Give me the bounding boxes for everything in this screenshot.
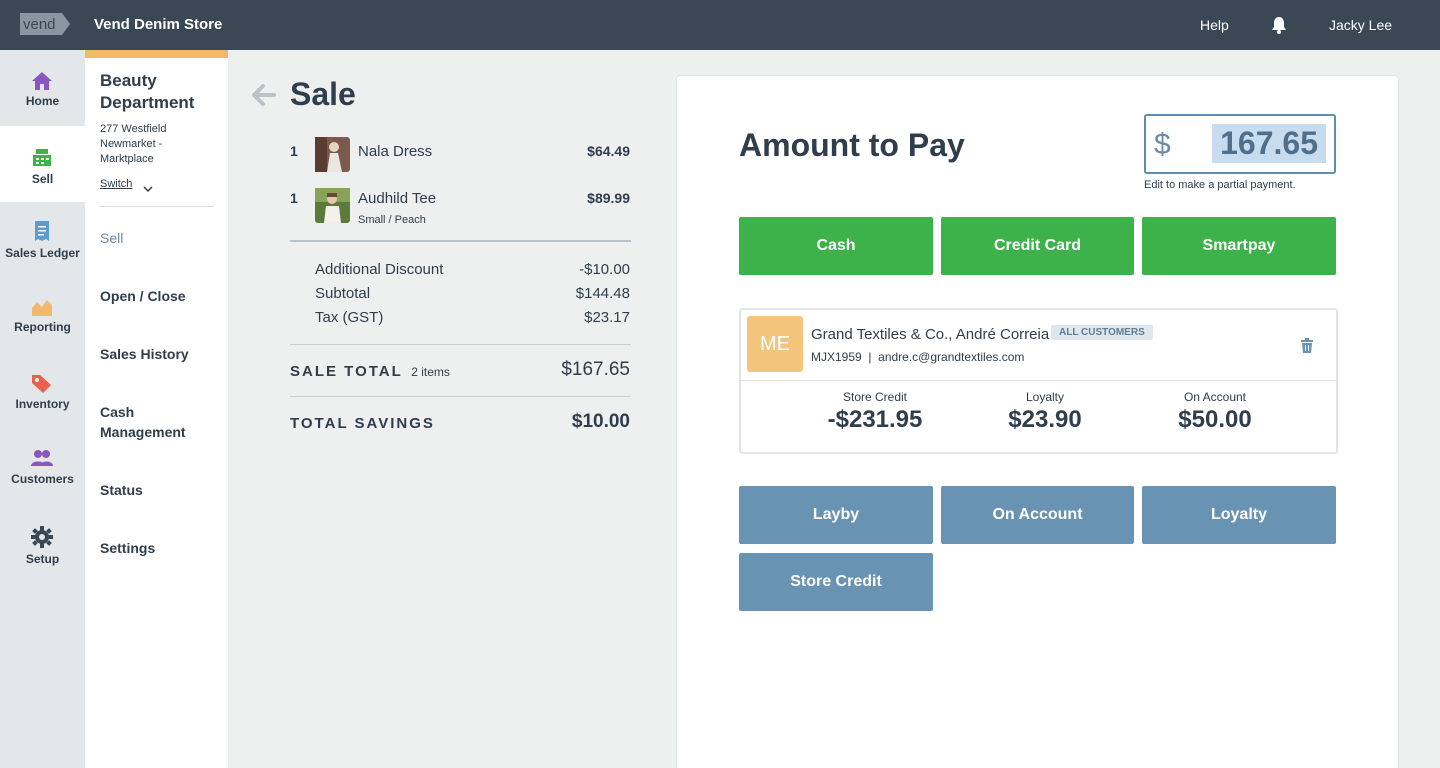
chart-icon [31,296,53,318]
nav-label: Reporting [14,320,71,334]
sale-title: Sale [290,76,356,112]
submenu-item-sales-history[interactable]: Sales History [100,344,220,364]
summary-value: -$10.00 [579,261,630,278]
line-variant: Small / Peach [358,214,426,226]
summary-row: Tax (GST) $23.17 [315,309,630,326]
total-savings-row: TOTAL SAVINGS $10.00 [290,411,630,433]
sale-total-items: 2 items [411,365,450,379]
nav-reporting[interactable]: Reporting [0,278,85,354]
currency-symbol: $ [1154,128,1171,161]
summary-row: Subtotal $144.48 [315,285,630,302]
nav-label: Customers [11,472,74,486]
user-menu[interactable]: Jacky Lee [1329,17,1392,33]
customer-code-email: MJX1959 | andre.c@grandtextiles.com [811,350,1025,364]
loyalty-button[interactable]: Loyalty [1142,486,1336,544]
customer-name[interactable]: Grand Textiles & Co., André Correia [811,326,1049,343]
summary-divider [290,344,631,345]
summary-value: $144.48 [575,285,630,302]
sale-line-item[interactable]: 1 Nala Dress $64.49 [290,137,630,173]
help-link[interactable]: Help [1200,17,1229,33]
amount-input[interactable]: $ 167.65 [1144,114,1336,174]
nav-sales-ledger[interactable]: Sales Ledger [0,202,85,278]
summary-label: Subtotal [315,285,371,302]
top-bar: vend Vend Denim Store Help Jacky Lee [0,0,1440,50]
sale-line-item[interactable]: 1 Audhild Tee Small / Peach $89.99 [290,188,630,226]
line-name: Audhild Tee [358,190,437,207]
nav-label: Inventory [15,397,70,411]
vend-logo[interactable]: vend [20,13,70,35]
nav-home[interactable]: Home [0,50,85,126]
people-icon [31,448,53,470]
customer-avatar: ME [747,316,803,372]
on-account-stat: On Account $50.00 [1115,390,1315,434]
line-price: $89.99 [587,190,630,206]
customer-card: ME Grand Textiles & Co., André Correia A… [739,308,1338,454]
store-credit-button[interactable]: Store Credit [739,553,933,611]
nav-label: Home [25,94,60,108]
stat-value: $50.00 [1178,406,1252,433]
svg-text:vend: vend [23,16,56,33]
nav-customers[interactable]: Customers [0,430,85,506]
switch-outlet-link[interactable]: Switch [100,178,132,190]
line-name: Nala Dress [358,143,433,160]
submenu-accent-bar [85,50,228,58]
sell-submenu: Beauty Department 277 Westfield Newmarke… [85,50,228,768]
submenu-item-open-close[interactable]: Open / Close [100,286,220,306]
cash-button[interactable]: Cash [739,217,933,275]
gear-icon [31,526,53,548]
amount-to-pay-title: Amount to Pay [739,127,965,163]
on-account-button[interactable]: On Account [941,486,1134,544]
layby-button[interactable]: Layby [739,486,933,544]
main-nav: Home Sell Sales Ledger Reporting Invento… [0,50,85,768]
total-savings-value: $10.00 [571,411,630,432]
nav-label: Sales Ledger [5,246,80,260]
summary-label: Tax (GST) [315,309,384,326]
nav-label: Sell [31,172,54,186]
home-icon [31,70,53,92]
outlet-address: 277 Westfield Newmarket - Marktplace [100,123,167,165]
submenu-divider [100,206,214,207]
line-price: $64.49 [587,143,630,159]
bell-icon[interactable] [1270,16,1288,34]
trash-icon[interactable] [1300,338,1314,354]
chevron-down-icon[interactable] [143,180,153,193]
sale-total-row: SALE TOTAL 2 items $167.65 [290,359,630,381]
nav-sell[interactable]: Sell [0,126,85,202]
smartpay-button[interactable]: Smartpay [1142,217,1336,275]
nav-label: Setup [25,552,60,566]
product-thumbnail [315,188,350,223]
summary-row: Additional Discount -$10.00 [315,261,630,278]
submenu-item-sell[interactable]: Sell [100,228,220,248]
nav-inventory[interactable]: Inventory [0,354,85,430]
summary-value: $23.17 [584,309,630,326]
customer-card-divider [741,380,1336,381]
tag-icon [31,372,53,394]
product-thumbnail [315,137,350,172]
summary-label: Additional Discount [315,261,444,278]
amount-value[interactable]: 167.65 [1212,124,1326,163]
sale-total-value: $167.65 [561,359,630,380]
sale-total-label: SALE TOTAL [290,363,403,380]
outlet-name: Beauty Department [100,71,195,112]
submenu-item-cash-management[interactable]: Cash Management [100,402,220,442]
nav-setup[interactable]: Setup [0,506,85,582]
stat-label: On Account [1183,390,1247,404]
partial-payment-hint: Edit to make a partial payment. [1144,179,1296,191]
receipt-icon [31,220,53,242]
submenu-item-status[interactable]: Status [100,480,220,500]
back-arrow-icon[interactable] [252,84,276,106]
total-divider [290,396,631,397]
submenu-item-settings[interactable]: Settings [100,538,220,558]
line-qty: 1 [290,143,298,159]
total-savings-label: TOTAL SAVINGS [290,415,435,432]
register-icon [31,146,53,168]
credit-card-button[interactable]: Credit Card [941,217,1134,275]
store-name: Vend Denim Store [94,16,223,33]
line-qty: 1 [290,190,298,206]
items-divider [290,240,631,242]
customer-group-badge: ALL CUSTOMERS [1051,325,1153,340]
